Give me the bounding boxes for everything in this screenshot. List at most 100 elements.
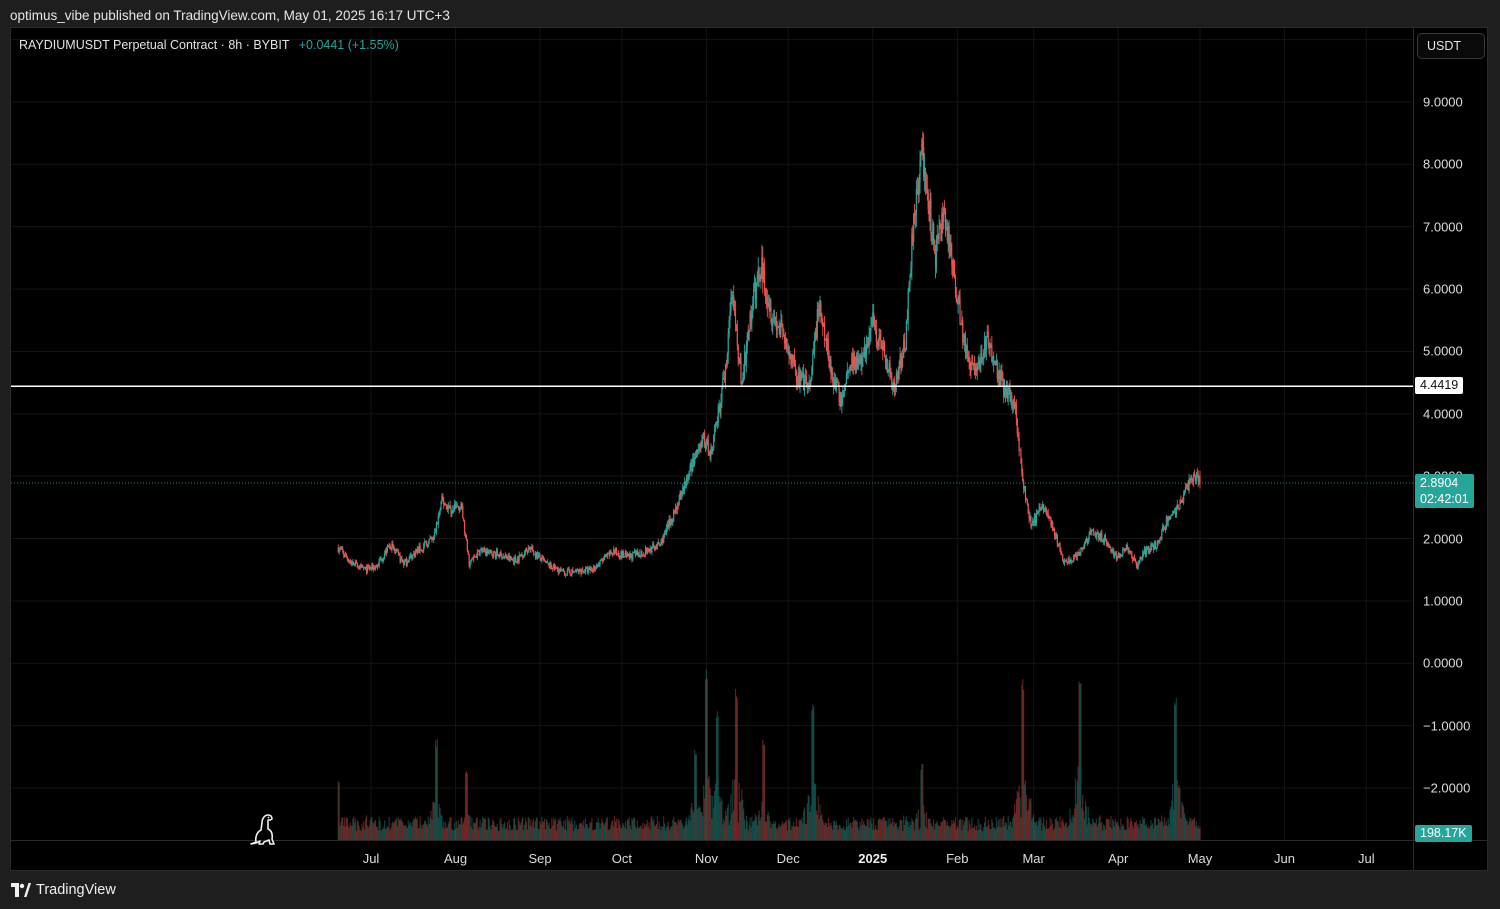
candle-body bbox=[345, 554, 348, 558]
candle-up bbox=[1133, 556, 1135, 562]
candle-body bbox=[427, 541, 429, 548]
candle-body bbox=[681, 493, 683, 496]
candle-up bbox=[755, 282, 758, 309]
candle-body bbox=[853, 357, 856, 364]
candle-body bbox=[404, 561, 406, 566]
candle-up bbox=[849, 364, 851, 376]
candle-body bbox=[969, 362, 971, 368]
candle-body bbox=[745, 345, 748, 364]
candle-down bbox=[572, 566, 574, 574]
candle-body bbox=[447, 505, 449, 510]
chart-pane[interactable]: RAYDIUMUSDT Perpetual Contract · 8h · BY… bbox=[10, 27, 1488, 871]
candle-body bbox=[367, 566, 369, 568]
candle-body bbox=[599, 560, 601, 564]
candle-body bbox=[632, 552, 634, 560]
candle-body bbox=[539, 554, 541, 559]
candle-up bbox=[974, 362, 977, 380]
candle-body bbox=[665, 528, 668, 532]
candle-up bbox=[503, 553, 505, 559]
candle-down bbox=[345, 553, 348, 558]
currency-button[interactable]: USDT bbox=[1417, 33, 1485, 59]
candle-body bbox=[500, 551, 502, 555]
time-tick-label: Mar bbox=[1022, 851, 1045, 866]
symbol-legend[interactable]: RAYDIUMUSDT Perpetual Contract · 8h · BY… bbox=[19, 38, 399, 52]
candle-body bbox=[734, 311, 737, 325]
candle-body bbox=[794, 364, 797, 371]
candle-body bbox=[836, 380, 838, 383]
candle-body bbox=[412, 554, 414, 560]
candle-body bbox=[908, 283, 910, 291]
candle-body bbox=[518, 554, 520, 562]
candle-body bbox=[972, 362, 974, 364]
candle-body bbox=[1175, 507, 1177, 515]
candle-body bbox=[827, 338, 829, 359]
candle-body bbox=[962, 320, 964, 343]
candle-body bbox=[977, 363, 979, 366]
price-tick-label: 9.0000 bbox=[1423, 94, 1463, 110]
candle-body bbox=[591, 569, 593, 571]
candle-body bbox=[935, 240, 937, 268]
candle-down bbox=[737, 343, 739, 367]
chart-canvas[interactable] bbox=[11, 28, 1487, 870]
candle-body bbox=[1171, 514, 1173, 516]
candle-body bbox=[703, 432, 706, 446]
candle-up bbox=[688, 470, 690, 481]
candle-body bbox=[914, 215, 917, 217]
candle-body bbox=[1017, 433, 1019, 439]
candle-body bbox=[1130, 550, 1132, 553]
candle-body bbox=[1199, 476, 1201, 484]
candle-body bbox=[868, 334, 870, 348]
candle-up bbox=[482, 547, 484, 554]
candle-body bbox=[1020, 449, 1022, 464]
candle-down bbox=[1062, 553, 1064, 562]
candle-up bbox=[844, 383, 847, 392]
candle-body bbox=[450, 507, 452, 514]
candle-down bbox=[783, 328, 785, 337]
candle-up bbox=[905, 319, 907, 351]
candle-up bbox=[941, 207, 943, 242]
candle-down bbox=[563, 567, 565, 573]
candle-body bbox=[343, 551, 345, 556]
symbol-title[interactable]: RAYDIUMUSDT Perpetual Contract · 8h · BY… bbox=[19, 38, 289, 52]
candle-body bbox=[1083, 543, 1086, 548]
candle-up bbox=[383, 557, 385, 563]
candle-body bbox=[587, 568, 589, 573]
candle-body bbox=[813, 350, 815, 354]
candle-body bbox=[383, 557, 385, 561]
candle-body bbox=[623, 552, 625, 558]
footer-brand[interactable]: TradingView bbox=[11, 882, 116, 898]
candle-up bbox=[476, 548, 478, 561]
candle-body bbox=[402, 560, 404, 563]
candle-body bbox=[708, 451, 710, 454]
candle-body bbox=[1076, 554, 1078, 558]
candle-body bbox=[1063, 560, 1066, 563]
candle-down bbox=[1047, 508, 1049, 519]
candle-body bbox=[859, 361, 861, 363]
candle-up bbox=[523, 555, 525, 559]
candle-body bbox=[1161, 530, 1163, 539]
candle-body bbox=[1170, 515, 1172, 517]
candle-up bbox=[835, 376, 838, 394]
candle-down bbox=[873, 303, 875, 327]
candle-body bbox=[476, 551, 478, 558]
candle-down bbox=[442, 493, 444, 502]
candle-body bbox=[988, 344, 990, 347]
candle-up bbox=[1150, 541, 1152, 553]
candle-down bbox=[1163, 524, 1165, 532]
candle-down bbox=[913, 203, 916, 225]
candle-down bbox=[1110, 546, 1112, 554]
candle-body bbox=[1047, 513, 1049, 517]
candle-up bbox=[1159, 537, 1161, 544]
candle-body bbox=[1145, 546, 1147, 555]
candle-down bbox=[966, 337, 968, 362]
candle-body bbox=[396, 549, 398, 552]
candle-up bbox=[518, 551, 520, 564]
candle-down bbox=[823, 316, 826, 348]
candle-body bbox=[350, 561, 352, 563]
candle-body bbox=[915, 188, 917, 216]
candle-body bbox=[926, 188, 928, 194]
candle-body bbox=[726, 354, 728, 365]
candle-body bbox=[1121, 554, 1123, 557]
candle-body bbox=[428, 538, 430, 542]
candle-body bbox=[445, 504, 448, 506]
